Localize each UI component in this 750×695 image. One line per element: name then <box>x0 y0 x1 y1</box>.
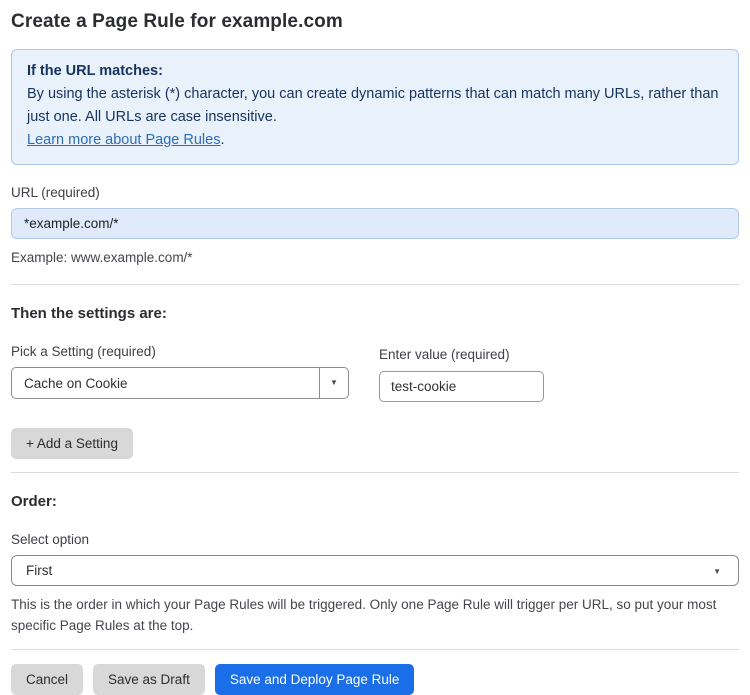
learn-more-link[interactable]: Learn more about Page Rules <box>27 132 220 148</box>
info-box-link-line: Learn more about Page Rules. <box>27 129 723 152</box>
save-as-draft-button[interactable]: Save as Draft <box>93 664 205 695</box>
url-input[interactable] <box>11 208 739 239</box>
order-help-text: This is the order in which your Page Rul… <box>11 597 717 633</box>
divider-before-actions <box>11 649 739 650</box>
settings-row: Pick a Setting (required) Cache on Cooki… <box>11 344 739 402</box>
url-match-info-box: If the URL matches: By using the asteris… <box>11 49 739 165</box>
save-and-deploy-button[interactable]: Save and Deploy Page Rule <box>214 664 415 695</box>
page-title: Create a Page Rule for example.com <box>11 11 343 32</box>
actions-row: Cancel Save as Draft Save and Deploy Pag… <box>11 664 739 695</box>
setting-picker-column: Pick a Setting (required) Cache on Cooki… <box>11 344 349 402</box>
setting-value-input[interactable] <box>379 371 544 402</box>
info-box-heading: If the URL matches: <box>27 63 163 79</box>
url-example-text: Example: www.example.com/* <box>11 250 193 265</box>
link-period: . <box>220 132 225 148</box>
url-field-label: URL (required) <box>11 185 100 200</box>
order-select[interactable]: First ▼ <box>11 555 739 586</box>
order-select-value: First <box>26 563 53 578</box>
divider-after-url <box>11 284 739 285</box>
setting-picker-label: Pick a Setting (required) <box>11 344 156 359</box>
add-setting-wrap: + Add a Setting <box>11 428 739 459</box>
settings-section-heading: Then the settings are: <box>11 305 167 322</box>
setting-value-label: Enter value (required) <box>379 347 510 362</box>
divider-after-settings <box>11 472 739 473</box>
cancel-button[interactable]: Cancel <box>11 664 84 695</box>
info-box-body: By using the asterisk (*) character, you… <box>27 86 719 125</box>
chevron-down-icon: ▼ <box>713 567 721 576</box>
add-setting-button[interactable]: + Add a Setting <box>11 428 133 459</box>
chevron-down-icon: ▼ <box>330 378 338 387</box>
setting-dropdown-arrow-button[interactable]: ▼ <box>319 367 349 399</box>
setting-value-column: Enter value (required) <box>379 344 544 402</box>
order-select-label: Select option <box>11 532 90 547</box>
setting-dropdown-value[interactable]: Cache on Cookie <box>11 367 319 399</box>
order-section-heading: Order: <box>11 493 57 510</box>
setting-dropdown[interactable]: Cache on Cookie ▼ <box>11 367 349 399</box>
